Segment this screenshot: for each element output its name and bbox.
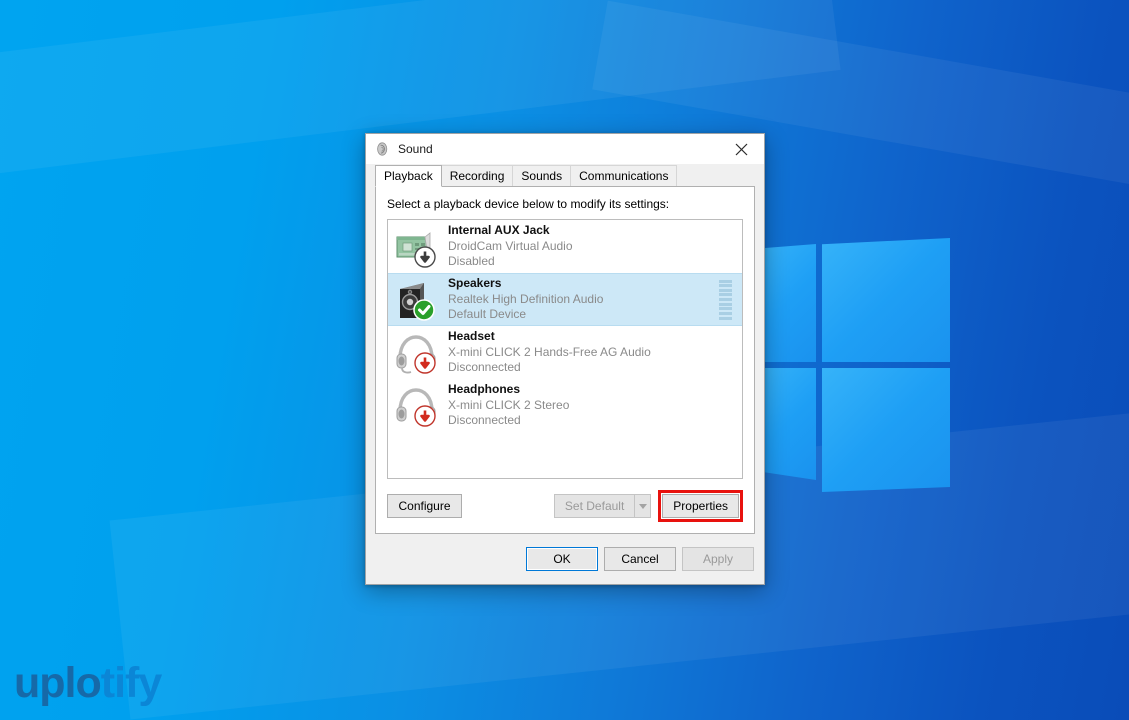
ok-label: OK: [553, 552, 571, 566]
sound-icon: [375, 141, 391, 157]
sound-card-icon: [394, 224, 440, 270]
watermark-part-b: tify: [100, 659, 162, 707]
device-name: Speakers: [448, 276, 502, 291]
device-name: Headset: [448, 329, 495, 344]
windows-logo-pane: [822, 368, 950, 492]
device-info: Internal AUX Jack DroidCam Virtual Audio…: [448, 223, 738, 269]
headphones-icon: [394, 383, 440, 429]
set-default-button[interactable]: Set Default: [553, 494, 635, 518]
playback-device-list[interactable]: Internal AUX Jack DroidCam Virtual Audio…: [387, 219, 743, 479]
close-icon[interactable]: [719, 134, 764, 164]
tab-sounds[interactable]: Sounds: [512, 165, 572, 186]
windows-logo: [756, 220, 952, 510]
device-list-item[interactable]: Headphones X-mini CLICK 2 Stereo Disconn…: [388, 379, 742, 432]
sound-dialog: Sound Playback Recording Sounds Communic…: [365, 133, 765, 585]
playback-tab-panel: Select a playback device below to modify…: [375, 186, 755, 534]
device-description: Realtek High Definition Audio: [448, 291, 604, 306]
windows-logo-pane: [822, 238, 950, 362]
chevron-down-icon[interactable]: [634, 494, 652, 518]
device-state: Disconnected: [448, 360, 521, 375]
device-description: DroidCam Virtual Audio: [448, 238, 573, 253]
configure-button[interactable]: Configure: [387, 494, 462, 518]
windows-logo-pane: [756, 244, 816, 362]
tab-label: Playback: [384, 169, 433, 183]
device-description: X-mini CLICK 2 Hands-Free AG Audio: [448, 344, 651, 359]
tab-label: Recording: [449, 169, 505, 183]
properties-label: Properties: [673, 499, 728, 513]
dialog-titlebar: Sound: [366, 134, 764, 164]
speaker-icon: [394, 277, 440, 323]
dialog-title: Sound: [398, 142, 433, 156]
device-action-row: Configure Set Default Properties: [387, 490, 743, 522]
device-description: X-mini CLICK 2 Stereo: [448, 397, 570, 412]
device-name: Headphones: [448, 382, 521, 397]
device-list-item[interactable]: Internal AUX Jack DroidCam Virtual Audio…: [388, 220, 742, 273]
properties-button[interactable]: Properties: [662, 494, 739, 518]
cancel-button[interactable]: Cancel: [604, 547, 676, 571]
volume-level-meter: [719, 279, 732, 320]
tab-label: Communications: [579, 169, 669, 183]
set-default-label: Set Default: [564, 499, 625, 513]
desktop-wallpaper: uplotify Sound Playback Recording Sounds…: [0, 0, 1129, 720]
apply-label: Apply: [702, 552, 734, 566]
configure-label: Configure: [398, 499, 451, 513]
device-info: Headset X-mini CLICK 2 Hands-Free AG Aud…: [448, 329, 738, 375]
device-state: Disabled: [448, 254, 495, 269]
properties-button-highlight: Properties: [658, 490, 743, 522]
tab-playback[interactable]: Playback: [375, 165, 442, 187]
tab-recording[interactable]: Recording: [440, 165, 514, 186]
ok-button[interactable]: OK: [526, 547, 598, 571]
instruction-label: Select a playback device below to modify…: [387, 197, 670, 211]
uplotify-watermark: uplotify: [14, 659, 162, 707]
tab-communications[interactable]: Communications: [570, 165, 678, 186]
watermark-part-a: uplo: [14, 659, 102, 707]
tab-strip: Playback Recording Sounds Communications: [366, 164, 764, 187]
headset-icon: [394, 330, 440, 376]
device-list-item-selected[interactable]: Speakers Realtek High Definition Audio D…: [388, 273, 742, 326]
device-state: Disconnected: [448, 413, 521, 428]
tab-label: Sounds: [521, 169, 563, 183]
device-info: Headphones X-mini CLICK 2 Stereo Disconn…: [448, 382, 738, 428]
device-info: Speakers Realtek High Definition Audio D…: [448, 276, 719, 322]
set-default-split-button[interactable]: Set Default: [553, 494, 652, 518]
device-name: Internal AUX Jack: [448, 223, 550, 238]
apply-button[interactable]: Apply: [682, 547, 754, 571]
device-state: Default Device: [448, 307, 527, 322]
cancel-label: Cancel: [621, 552, 659, 566]
windows-logo-pane: [756, 368, 816, 480]
device-list-item[interactable]: Headset X-mini CLICK 2 Hands-Free AG Aud…: [388, 326, 742, 379]
dialog-footer: OK Cancel Apply: [366, 534, 764, 584]
